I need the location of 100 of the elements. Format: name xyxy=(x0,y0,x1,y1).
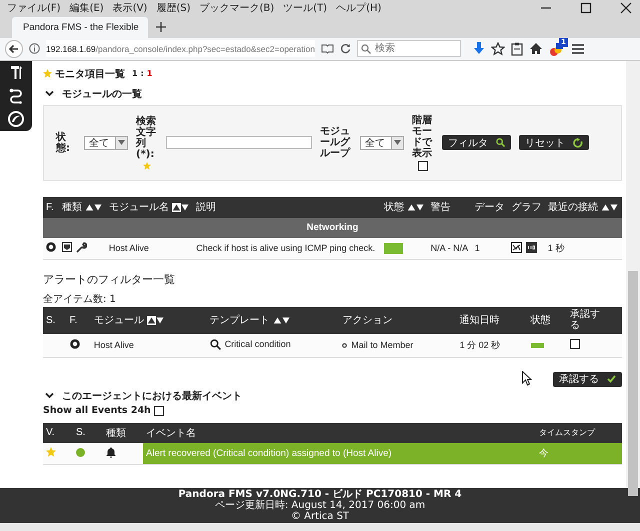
route-icon[interactable] xyxy=(8,88,24,104)
sort-icon[interactable] xyxy=(406,202,424,212)
column-header[interactable]: アクション xyxy=(339,306,457,334)
star-icon[interactable] xyxy=(490,42,505,56)
data-icon[interactable] xyxy=(526,242,538,253)
validate-button[interactable]: 承認する xyxy=(553,372,622,387)
checkbox[interactable] xyxy=(418,160,428,171)
action-name: Mail to Member xyxy=(351,340,414,350)
refresh-icon xyxy=(573,138,583,148)
ring-icon xyxy=(70,339,80,350)
column-header[interactable]: 状態 xyxy=(380,196,428,218)
menu-item[interactable]: ツール(T) xyxy=(283,0,328,15)
menu-item[interactable]: ヘルプ(H) xyxy=(336,0,382,15)
checkbox[interactable] xyxy=(154,406,164,416)
field-label: 状態: xyxy=(56,132,71,154)
reload-icon[interactable] xyxy=(340,43,351,54)
filter-button[interactable]: フィルタ xyxy=(442,135,511,150)
menu-item[interactable]: ブックマーク(B) xyxy=(200,0,274,15)
search-icon xyxy=(496,138,505,148)
check-icon xyxy=(607,375,616,384)
menu-item[interactable]: 編集(E) xyxy=(70,0,104,15)
column-header: 種類 xyxy=(103,422,143,443)
reader-icon[interactable] xyxy=(320,43,334,54)
column-header[interactable]: 説明 xyxy=(193,196,381,218)
sort-icon[interactable] xyxy=(172,202,189,212)
sort-icon[interactable] xyxy=(600,202,618,212)
scroll-thumb[interactable] xyxy=(628,270,638,496)
sort-icon[interactable] xyxy=(85,202,102,212)
column-header[interactable]: 承認する xyxy=(567,306,622,334)
table-cell: Host Alive xyxy=(90,334,207,358)
count: 1 xyxy=(132,69,138,78)
count-separator: : xyxy=(140,69,144,78)
group-header: Networking xyxy=(43,218,622,238)
column-header[interactable]: F. xyxy=(66,306,91,334)
status-select[interactable]: 全て xyxy=(84,136,128,150)
info-icon[interactable] xyxy=(29,43,40,54)
maximize-icon[interactable] xyxy=(580,2,592,14)
menu-item[interactable]: 表示(V) xyxy=(112,0,148,15)
timestamp: 今 xyxy=(536,442,622,464)
back-icon[interactable] xyxy=(5,40,23,58)
field-label: モジュールグループ xyxy=(320,126,352,160)
chevron-icon[interactable] xyxy=(45,392,54,400)
browser-tab[interactable]: Pandora FMS - the Flexible xyxy=(12,16,148,38)
menu-item[interactable]: 履歴(S) xyxy=(156,0,190,15)
scrollbar[interactable] xyxy=(0,523,640,531)
search-input[interactable] xyxy=(166,136,312,150)
checkbox[interactable] xyxy=(570,339,580,350)
column-header: イベント名 xyxy=(143,422,536,443)
pointer-icon xyxy=(522,370,532,386)
clipboard-icon[interactable] xyxy=(510,42,523,56)
count: 1 xyxy=(146,69,152,78)
chevron-icon[interactable] xyxy=(45,90,54,98)
ring-icon xyxy=(46,242,56,252)
column-header[interactable]: テンプレート xyxy=(206,306,340,334)
footer-text: ページ更新日時: August 14, 2017 06:00 am xyxy=(214,500,426,511)
search-field[interactable]: 検索 xyxy=(356,40,461,58)
caret-icon xyxy=(391,136,403,149)
section-title[interactable]: モジュールの一覧 xyxy=(62,86,142,101)
menu-icon[interactable] xyxy=(570,42,585,55)
star-icon xyxy=(46,447,56,458)
reset-button[interactable]: リセット xyxy=(519,135,589,150)
search-icon xyxy=(360,44,371,54)
new-tab-icon[interactable] xyxy=(156,22,166,32)
bell-icon xyxy=(106,446,116,458)
column-header[interactable]: 通知日時 xyxy=(456,306,528,334)
section-title[interactable]: このエージェントにおける最新イベント xyxy=(62,388,242,403)
download-icon[interactable] xyxy=(472,42,485,56)
column-header[interactable]: F. xyxy=(43,196,60,218)
column-header[interactable]: データ xyxy=(472,196,508,218)
wrench-icon[interactable] xyxy=(76,242,88,253)
section-title: アラートのフィルター一覧 xyxy=(43,272,176,288)
total-count: 全アイテム数: 1 xyxy=(43,292,117,305)
column-header[interactable]: モジュール名 xyxy=(106,196,194,218)
column-header[interactable]: S. xyxy=(43,306,67,334)
table-cell: Check if host is alive using ICMP ping check. xyxy=(193,238,381,260)
column-header[interactable]: 種類 xyxy=(59,196,106,218)
column-header[interactable]: グラフ xyxy=(508,196,545,218)
page-title: モニタ項目一覧 xyxy=(55,68,125,81)
home-icon[interactable] xyxy=(528,42,543,56)
column-header: タイムスタンプ xyxy=(536,422,622,443)
column-header[interactable]: 状態 xyxy=(528,306,568,334)
column-header[interactable]: モジュール xyxy=(90,306,207,334)
table-cell: N/A - N/A xyxy=(428,238,472,260)
field-label: 階層モードで表示 xyxy=(412,114,434,159)
search-icon[interactable] xyxy=(210,338,221,350)
sort-icon[interactable] xyxy=(146,316,164,325)
url-field[interactable]: 192.168.1.69/pandora_console/index.php?sec=estado&sec2=operation xyxy=(46,40,315,58)
close-icon[interactable] xyxy=(620,2,632,14)
column-header[interactable]: 警告 xyxy=(428,196,472,218)
column-header[interactable]: 最近の接続 xyxy=(544,196,622,218)
menu-item[interactable]: ファイル(F) xyxy=(7,0,61,15)
logo-icon[interactable] xyxy=(8,111,24,128)
sort-icon[interactable] xyxy=(272,316,290,325)
table-cell: Host Alive xyxy=(106,238,194,260)
monitor-icon xyxy=(62,242,72,252)
table-cell: 1 xyxy=(472,238,508,260)
tools-icon[interactable] xyxy=(8,64,24,80)
group-select[interactable]: 全て xyxy=(360,136,404,150)
footer-text: Pandora FMS v7.0NG.710 - ビルド PC170810 - MR 4 xyxy=(178,488,462,500)
chart-icon[interactable] xyxy=(511,242,522,253)
